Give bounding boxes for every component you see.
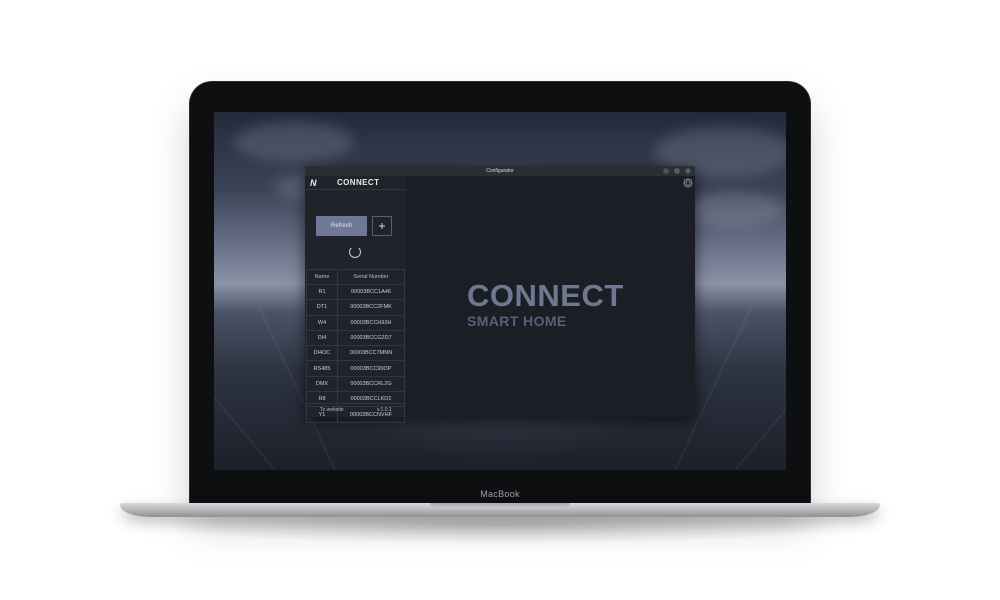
table-row[interactable]: R1 00003BCC1A46 [306,283,405,301]
hero-subtitle: SMART HOME [467,313,567,329]
minimize-button[interactable]: – [663,168,669,174]
column-header-serial: Serial Number [337,269,405,285]
table-row[interactable]: RS485 00003BCC90OP [306,360,405,377]
main-panel: CONNECT SMART HOME [406,176,695,417]
hero-title: CONNECT [467,278,624,313]
device-serial: 00003BCC2FMK [337,299,405,316]
gear-icon[interactable] [682,177,694,189]
laptop-opening-notch [430,503,570,509]
window-titlebar: Configurator – ◻ × [305,166,695,176]
device-name: DMX [306,375,338,393]
close-button[interactable]: × [685,168,691,174]
sidebar-footer: To website v.1.0.1 [305,403,406,418]
device-serial: 00003BCC1A46 [337,283,405,301]
device-serial: 00003BCC90OP [337,360,405,377]
table-row[interactable]: DI4OC 00003BCC7MNN [306,345,405,362]
table-row[interactable]: DI4 00003BCCG2D7 [306,329,405,347]
device-serial: 00003BCC7MNN [337,345,405,362]
device-name: RS485 [306,360,338,377]
device-serial: 00003BCCH93H [337,314,405,331]
table-row[interactable]: W4 00003BCCH93H [306,314,405,331]
table-row[interactable]: DT1 00003BCC2FMK [306,299,405,316]
device-name: R1 [306,283,338,301]
device-name: DT1 [306,299,338,316]
refresh-button[interactable]: Refresh [316,216,367,236]
device-serial: 00003BCCRL2G [337,375,405,393]
device-table: Name Serial Number R1 00003BCC1A46 DT1 0… [306,269,405,423]
connect-logo-icon: N [310,178,317,188]
sidebar-title: CONNECT [337,178,380,187]
sidebar: N CONNECT Refresh + Name Serial Number R… [305,176,407,423]
device-name: DI4 [306,329,338,347]
device-name: DI4OC [306,345,338,362]
column-header-name: Name [306,269,338,285]
loading-spinner-icon [349,246,361,258]
table-header-row: Name Serial Number [306,269,405,285]
macbook-brand-label: MacBook [480,489,520,499]
device-serial: 00003BCCG2D7 [337,329,405,347]
window-title: Configurator [486,168,514,174]
version-label: v.1.0.1 [377,407,392,413]
configurator-window: Configurator – ◻ × N CONNECT Refresh + N… [305,166,695,423]
table-row[interactable]: DMX 00003BCCRL2G [306,375,405,393]
maximize-button[interactable]: ◻ [674,168,680,174]
to-website-link[interactable]: To website [320,407,344,413]
device-name: W4 [306,314,338,331]
add-device-button[interactable]: + [372,216,392,236]
sidebar-brand: N CONNECT [305,177,406,190]
